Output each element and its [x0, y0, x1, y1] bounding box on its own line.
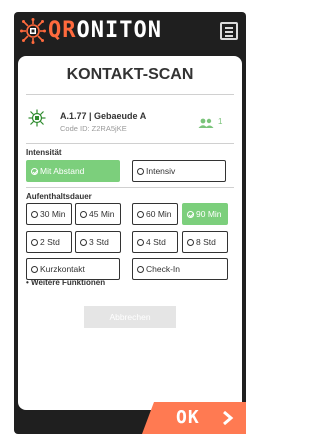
radio-circle-icon	[80, 239, 87, 246]
option-label: Intensiv	[146, 166, 176, 176]
app-logo: QRONITON	[48, 17, 162, 45]
option-label: 4 Std	[146, 237, 166, 247]
check-circle-icon	[187, 211, 194, 218]
option-label: 3 Std	[89, 237, 109, 247]
option-kurzkontakt[interactable]: Kurzkontakt	[26, 258, 120, 280]
intensity-divider	[26, 187, 234, 188]
option-30-min[interactable]: 30 Min	[26, 203, 72, 225]
radio-circle-icon	[31, 239, 38, 246]
radio-circle-icon	[31, 211, 38, 218]
option-intensiv[interactable]: Intensiv	[132, 160, 226, 182]
radio-circle-icon	[80, 211, 87, 218]
option-60-min[interactable]: 60 Min	[132, 203, 178, 225]
option-3-std[interactable]: 3 Std	[75, 231, 121, 253]
logo-text-qr: QR	[48, 18, 77, 43]
option-label: 2 Std	[40, 237, 60, 247]
option-mit-abstand[interactable]: Mit Abstand	[26, 160, 120, 182]
option-45-min[interactable]: 45 Min	[75, 203, 121, 225]
ok-label: OK	[176, 407, 200, 428]
option-label: Kurzkontakt	[40, 264, 85, 274]
room-divider	[26, 143, 234, 144]
room-title: A.1.77 | Gebaeude A	[60, 111, 147, 121]
people-count: 1	[218, 117, 223, 126]
option-label: 60 Min	[146, 209, 172, 219]
logo-text-oniton: ONITON	[76, 18, 162, 43]
room-code: Code ID: Z2RA5jKE	[60, 124, 127, 133]
option-90-min[interactable]: 90 Min	[182, 203, 228, 225]
option-label: 8 Std	[196, 237, 216, 247]
radio-circle-icon	[137, 168, 144, 175]
option-label: Mit Abstand	[40, 166, 85, 176]
virus-icon	[28, 109, 46, 127]
option-8-std[interactable]: 8 Std	[182, 231, 228, 253]
bullet-icon: •	[26, 278, 29, 287]
radio-circle-icon	[137, 239, 144, 246]
page-title: KONTAKT-SCAN	[66, 66, 194, 83]
chevron-right-icon	[223, 411, 234, 425]
ok-button[interactable]: OK	[142, 402, 246, 434]
option-label: 45 Min	[89, 209, 115, 219]
more-functions-toggle[interactable]: • Weitere Funktionen	[26, 278, 105, 287]
radio-circle-icon	[137, 211, 144, 218]
duration-label: Aufenthaltsdauer	[26, 192, 92, 201]
option-2-std[interactable]: 2 Std	[26, 231, 72, 253]
menu-button[interactable]	[220, 22, 238, 40]
option-label: Check-In	[146, 264, 181, 274]
app-frame: QRONITON KONTAKT-SCAN A.1.77 | Gebaeude …	[14, 12, 246, 434]
app-header: QRONITON	[14, 12, 246, 50]
radio-circle-icon	[187, 239, 194, 246]
option-check-in[interactable]: Check-In	[132, 258, 228, 280]
radio-circle-icon	[137, 266, 144, 273]
cancel-button[interactable]: Abbrechen	[84, 306, 176, 328]
title-divider	[26, 94, 234, 95]
more-functions-label: Weitere Funktionen	[31, 278, 106, 287]
option-label: 30 Min	[40, 209, 66, 219]
option-label: 90 Min	[196, 209, 222, 219]
radio-circle-icon	[31, 266, 38, 273]
scan-card: KONTAKT-SCAN A.1.77 | Gebaeude A Code ID…	[18, 56, 242, 410]
virus-icon	[20, 18, 46, 44]
option-4-std[interactable]: 4 Std	[132, 231, 178, 253]
people-icon	[198, 118, 214, 128]
check-circle-icon	[31, 168, 38, 175]
intensity-label: Intensität	[26, 148, 62, 157]
